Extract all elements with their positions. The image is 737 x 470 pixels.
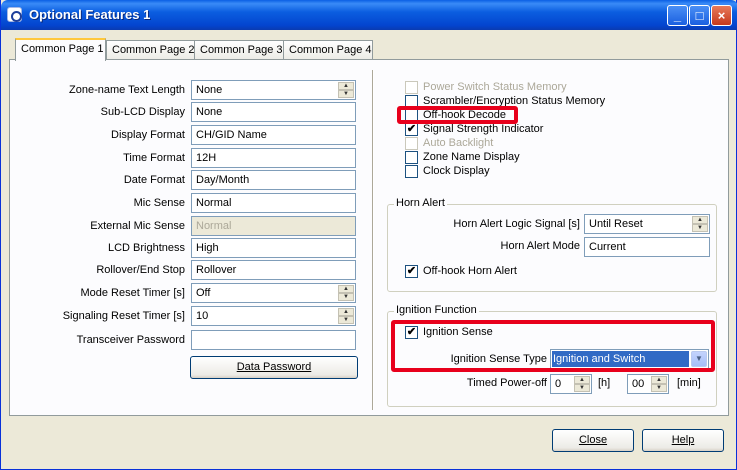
ignition-sense-label: Ignition Sense [423,326,493,338]
left-row-label: Time Format [123,152,185,164]
feature-checkbox-label: Power Switch Status Memory [423,81,567,93]
feature-checkbox [405,137,418,150]
help-button-label: Help [671,434,695,446]
left-row-value: Normal [196,197,232,209]
left-row-value: Day/Month [196,174,250,186]
feature-checkbox-label: Auto Backlight [423,137,494,149]
feature-checkbox[interactable] [405,165,418,178]
ignition-sense-type-value: Ignition and Switch [552,351,689,367]
timed-hours-unit: [h] [598,377,611,389]
help-button[interactable]: Help [642,429,724,452]
timed-minutes-spin[interactable]: ▲ ▼ [651,376,667,392]
feature-checkbox-label: Zone Name Display [423,151,520,163]
timed-hours-spin[interactable]: ▲ ▼ [574,376,590,392]
minimize-icon[interactable]: _ [667,5,688,26]
data-password-button[interactable]: Data Password [190,356,358,379]
offhook-horn-alert-checkbox[interactable]: ✔ [405,265,418,278]
left-row-label: Mode Reset Timer [s] [80,287,185,299]
tab-common-page-4[interactable]: Common Page 4 [283,40,373,60]
horn-alert-mode-field[interactable]: Current [584,237,710,257]
left-row-field[interactable]: None [191,102,356,122]
horn-alert-title: Horn Alert [394,197,447,209]
horn-alert-logic-label: Horn Alert Logic Signal [s] [453,218,580,230]
window-title: Optional Features 1 [29,7,151,22]
timed-minutes-field[interactable]: 00 ▲ ▼ [627,374,669,394]
left-row-value: Rollover [196,264,237,276]
close-button[interactable]: Close [552,429,634,452]
title-bar[interactable]: Optional Features 1 _ □ × [1,0,737,30]
left-row-label: LCD Brightness [107,242,185,254]
ignition-title: Ignition Function [394,304,479,316]
timed-power-off-label: Timed Power-off [466,377,547,389]
left-row-value: None [196,84,223,96]
left-row-field[interactable]: 10 ▲ ▼ [191,306,356,326]
spin-buttons[interactable]: ▲ ▼ [338,285,354,301]
left-row-value: High [196,242,219,254]
offhook-horn-alert-label: Off-hook Horn Alert [423,265,517,277]
left-row-label: Transceiver Password [76,334,185,346]
timed-hours-value: 0 [555,378,562,390]
feature-checkbox[interactable] [405,151,418,164]
left-row-value: 12H [196,152,217,164]
left-row-field[interactable]: 12H [191,148,356,168]
spin-buttons[interactable]: ▲ ▼ [338,308,354,324]
left-row-field[interactable]: None ▲ ▼ [191,80,356,100]
left-row-value: Off [196,287,211,299]
feature-checkbox [405,81,418,94]
horn-alert-mode-label: Horn Alert Mode [500,240,580,252]
left-row-label: Rollover/End Stop [96,264,185,276]
chevron-down-icon[interactable]: ▼ [691,351,707,367]
timed-minutes-unit: [min] [677,377,701,389]
left-row-value: None [196,106,223,118]
left-row-value: 10 [196,310,209,322]
data-password-label: Data Password [236,361,312,373]
app-icon [7,7,22,22]
left-row-label: External Mic Sense [90,220,185,232]
left-row-label: Date Format [123,174,185,186]
left-row-label: Sub-LCD Display [100,106,185,118]
left-row-field[interactable] [191,330,356,350]
left-row-label: Zone-name Text Length [69,84,185,96]
timed-minutes-value: 00 [632,378,645,390]
left-row-label: Mic Sense [133,197,185,209]
left-row-label: Signaling Reset Timer [s] [62,310,185,322]
feature-checkbox-label: Off-hook Decode [423,109,506,121]
left-row-field[interactable]: High [191,238,356,258]
maximize-icon[interactable]: □ [689,5,710,26]
feature-checkbox[interactable]: ✔ [405,123,418,136]
spin-buttons[interactable]: ▲ ▼ [338,82,354,98]
left-row-value: CH/GID Name [196,129,267,141]
feature-checkbox-label: Signal Strength Indicator [423,123,544,135]
horn-alert-logic-value: Until Reset [589,218,643,230]
tab-common-page-2[interactable]: Common Page 2 [106,40,207,60]
optional-features-window: Optional Features 1 _ □ × Common Page 1 … [0,0,737,470]
tab-common-page-1[interactable]: Common Page 1 [15,38,106,61]
feature-checkbox-label: Clock Display [423,165,490,177]
left-row-field[interactable]: Rollover [191,260,356,280]
feature-checkbox[interactable] [405,109,418,122]
left-row-field[interactable]: Day/Month [191,170,356,190]
left-row-field[interactable]: CH/GID Name [191,125,356,145]
close-button-label: Close [578,434,608,446]
ignition-sense-type-select[interactable]: Ignition and Switch ▼ [550,349,709,369]
feature-checkbox-label: Scrambler/Encryption Status Memory [423,95,606,107]
ignition-sense-type-label: Ignition Sense Type [450,353,547,365]
timed-hours-field[interactable]: 0 ▲ ▼ [550,374,592,394]
horn-alert-logic-spin[interactable]: ▲ ▼ [692,216,708,232]
horn-alert-mode-value: Current [589,241,626,253]
left-row-field[interactable]: Off ▲ ▼ [191,283,356,303]
feature-checkbox[interactable] [405,95,418,108]
horn-alert-logic-field[interactable]: Until Reset ▲ ▼ [584,214,710,234]
left-row-field: Normal [191,216,356,236]
left-row-value: Normal [196,220,232,232]
tab-common-page-3[interactable]: Common Page 3 [194,40,284,60]
left-row-label: Display Format [111,129,185,141]
close-icon[interactable]: × [711,5,732,26]
left-row-field[interactable]: Normal [191,193,356,213]
column-divider [372,70,374,410]
ignition-sense-checkbox[interactable]: ✔ [405,326,418,339]
